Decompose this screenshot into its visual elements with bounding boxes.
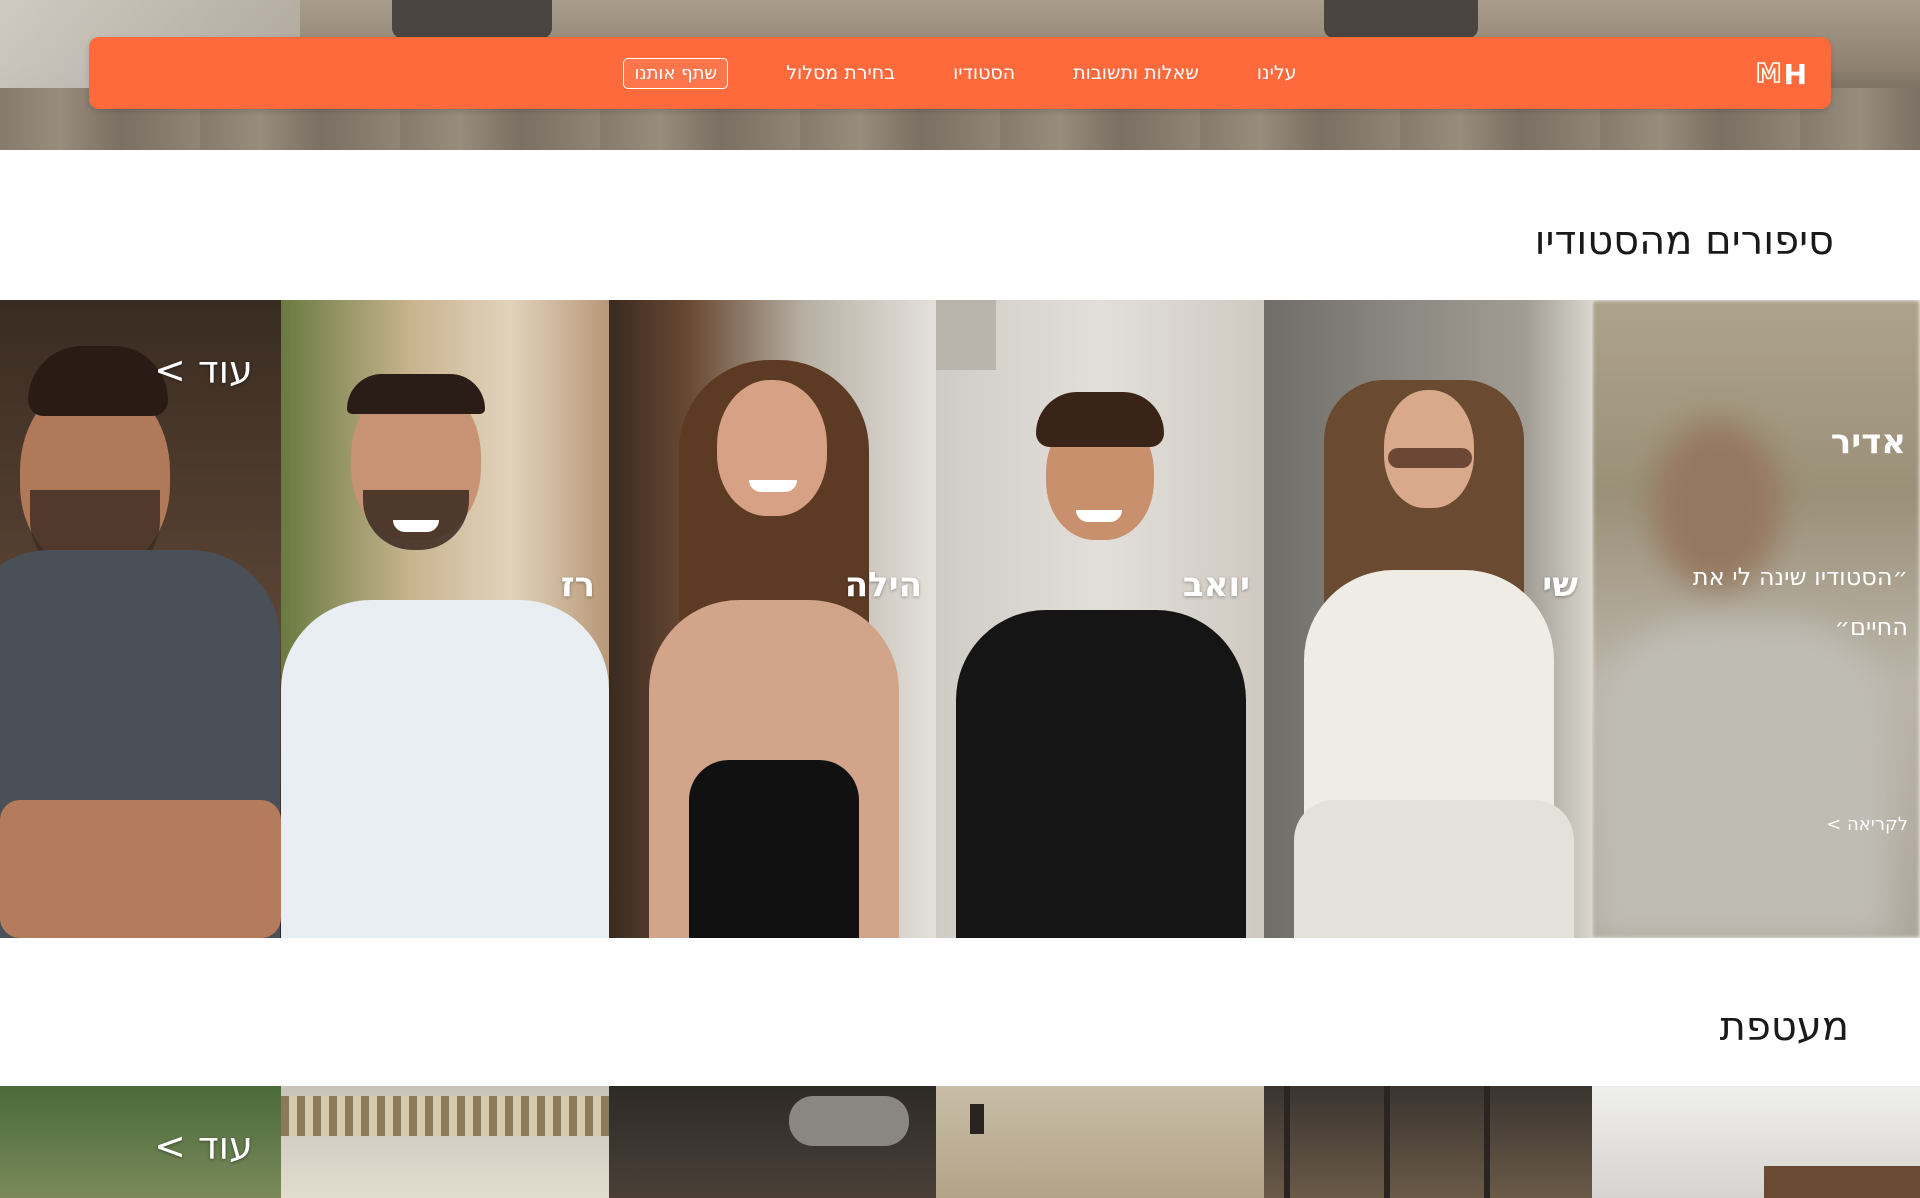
space-card[interactable] [281, 1086, 609, 1198]
hero-decor-block [1324, 0, 1478, 38]
wrap-section-title: מעטפת [1719, 1004, 1849, 1050]
story-name: יואב [1182, 565, 1250, 605]
space-card[interactable] [1264, 1086, 1592, 1198]
wrap-carousel: עוד > [0, 1086, 1920, 1198]
story-photo [1264, 300, 1592, 938]
space-card[interactable] [936, 1086, 1264, 1198]
story-photo [281, 300, 609, 938]
wrap-more-link[interactable]: עוד > [154, 1124, 253, 1168]
story-name: רז [560, 565, 595, 605]
story-photo [936, 300, 1264, 938]
site-logo[interactable]: M H [1755, 57, 1807, 91]
hero-decor-block [392, 0, 552, 38]
story-photo [0, 300, 281, 938]
share-us-button[interactable]: שתף אותנו [623, 57, 729, 89]
story-card[interactable]: הילה [609, 300, 936, 938]
nav-link-about[interactable]: עלינו [1257, 62, 1297, 84]
main-navbar: שתף אותנו בחירת מסלול הסטודיו שאלות ותשו… [89, 37, 1831, 109]
space-card[interactable] [609, 1086, 936, 1198]
space-card-more[interactable]: עוד > [0, 1086, 281, 1198]
nav-link-faq[interactable]: שאלות ותשובות [1073, 62, 1199, 84]
stories-section-title: סיפורים מהסטודיו [1534, 218, 1834, 264]
stories-more-link[interactable]: עוד > [154, 348, 253, 392]
logo-letter-m: M [1755, 58, 1782, 90]
story-name: הילה [844, 565, 922, 605]
story-card-more[interactable]: עוד > [0, 300, 281, 938]
story-name: שי [1542, 565, 1578, 605]
story-photo [609, 300, 936, 938]
story-card-featured[interactable]: אדיר ״הסטודיו שינה לי את החיים״ לקריאה > [1592, 300, 1920, 938]
story-card[interactable]: שי [1264, 300, 1592, 938]
stories-carousel: אדיר ״הסטודיו שינה לי את החיים״ לקריאה >… [0, 300, 1920, 938]
story-card[interactable]: רז [281, 300, 609, 938]
story-quote: ״הסטודיו שינה לי את החיים״ [1692, 563, 1908, 641]
read-more-link[interactable]: לקריאה > [1826, 814, 1908, 835]
nav-link-studio[interactable]: הסטודיו [953, 62, 1015, 84]
nav-link-choose-track[interactable]: בחירת מסלול [786, 62, 895, 84]
logo-letter-h: H [1783, 57, 1807, 91]
nav-links: שתף אותנו בחירת מסלול הסטודיו שאלות ותשו… [623, 57, 1297, 89]
story-name: אדיר [1830, 422, 1906, 462]
story-card[interactable]: יואב [936, 300, 1264, 938]
space-card[interactable] [1592, 1086, 1920, 1198]
